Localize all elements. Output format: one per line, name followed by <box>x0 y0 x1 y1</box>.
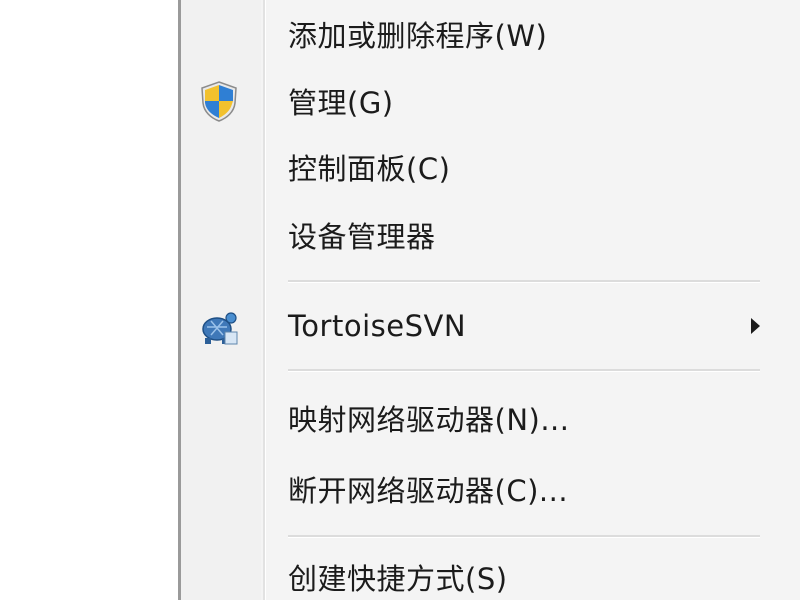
menu-item-label: 控制面板(C) <box>288 152 451 186</box>
menu-item-control-panel[interactable]: 控制面板(C) <box>181 138 800 196</box>
menu-separator <box>288 369 760 372</box>
context-menu: 添加或删除程序(W) 管理(G) 控制面板(C) 设备管理器 TortoiseS… <box>178 0 800 600</box>
menu-item-manage[interactable]: 管理(G) <box>181 72 800 130</box>
shield-icon <box>197 79 241 123</box>
menu-item-disconnect-network-drive[interactable]: 断开网络驱动器(C)... <box>181 460 800 518</box>
menu-item-tortoisesvn[interactable]: TortoiseSVN <box>181 297 800 355</box>
menu-item-label: 添加或删除程序(W) <box>288 19 548 53</box>
menu-item-label: 断开网络驱动器(C)... <box>288 474 569 508</box>
menu-item-map-network-drive[interactable]: 映射网络驱动器(N)... <box>181 389 800 447</box>
menu-item-label: TortoiseSVN <box>288 309 467 343</box>
menu-item-label: 设备管理器 <box>288 220 436 254</box>
tortoise-icon <box>197 304 241 348</box>
menu-separator <box>288 535 760 538</box>
menu-item-create-shortcut[interactable]: 创建快捷方式(S) <box>181 548 800 600</box>
menu-item-device-manager[interactable]: 设备管理器 <box>181 206 800 264</box>
menu-separator <box>288 280 760 283</box>
submenu-arrow-icon <box>751 318 760 334</box>
menu-item-add-remove-programs[interactable]: 添加或删除程序(W) <box>181 5 800 63</box>
screen: 添加或删除程序(W) 管理(G) 控制面板(C) 设备管理器 TortoiseS… <box>0 0 800 600</box>
menu-item-label: 管理(G) <box>288 86 394 120</box>
desktop-area <box>0 0 178 600</box>
menu-item-label: 映射网络驱动器(N)... <box>288 403 570 437</box>
menu-item-label: 创建快捷方式(S) <box>288 562 508 596</box>
